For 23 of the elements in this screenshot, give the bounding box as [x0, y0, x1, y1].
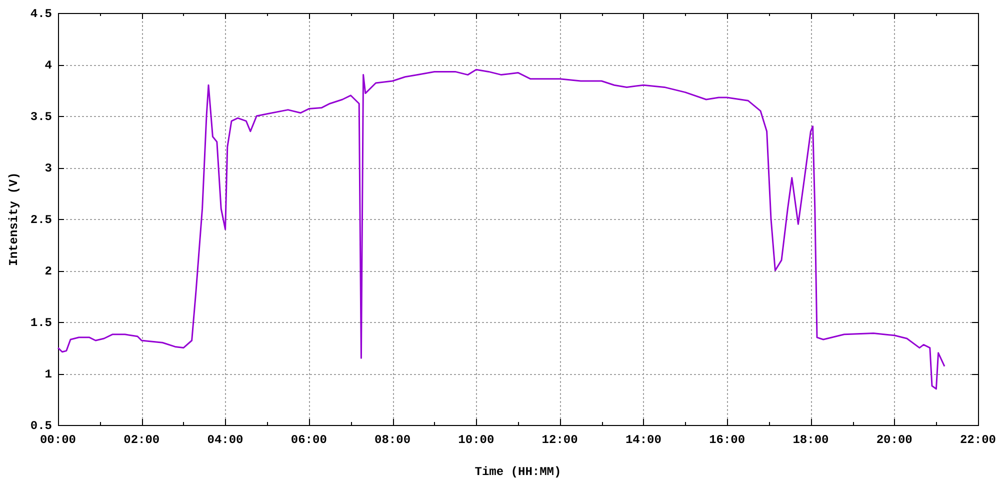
x-tick-label: 20:00: [876, 433, 912, 447]
x-tick-label: 04:00: [207, 433, 244, 447]
y-tick-label: 1: [44, 368, 52, 382]
y-tick-label: 1.5: [30, 316, 52, 330]
y-tick-label: 2: [44, 264, 52, 278]
x-tick-label: 08:00: [374, 433, 411, 447]
y-tick-label: 0.5: [30, 419, 52, 433]
x-tick-label: 02:00: [124, 433, 160, 447]
x-tick-label: 18:00: [792, 433, 829, 447]
x-tick-label: 06:00: [290, 433, 327, 447]
x-tick-label: 16:00: [709, 433, 746, 447]
y-tick-label: 4: [44, 58, 52, 72]
axis-title: Time (HH:MM): [474, 465, 562, 479]
x-tick-label: 14:00: [625, 433, 662, 447]
y-tick-label: 3: [44, 162, 52, 176]
axis-title: Intensity (V): [7, 172, 21, 266]
y-tick-label: 2.5: [30, 213, 52, 227]
x-tick-label: 00:00: [40, 433, 76, 447]
x-tick-label: 22:00: [960, 433, 996, 447]
y-tick-label: 4.5: [30, 7, 52, 21]
y-tick-label: 3.5: [30, 110, 52, 124]
x-tick-label: 12:00: [542, 433, 578, 447]
x-tick-label: 10:00: [458, 433, 494, 447]
